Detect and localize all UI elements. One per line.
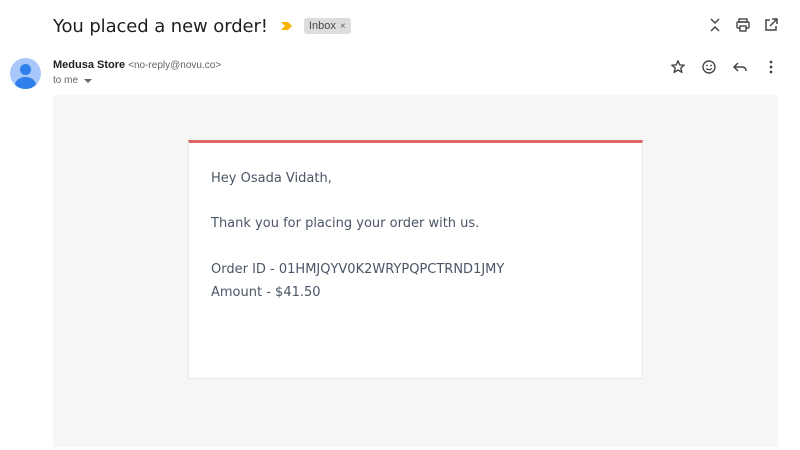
print-icon[interactable] xyxy=(734,16,752,34)
thanks-text: Thank you for placing your order with us… xyxy=(211,216,480,231)
remove-label-icon[interactable]: × xyxy=(340,21,346,32)
importance-marker-icon[interactable] xyxy=(280,20,294,32)
recipient-line[interactable]: to me xyxy=(53,75,93,86)
open-new-window-icon[interactable] xyxy=(762,16,780,34)
recipient-text: to me xyxy=(53,75,79,86)
subject-row: You placed a new order! Inbox × xyxy=(53,14,351,38)
email-body: Hey Osada Vidath, Thank you for placing … xyxy=(53,95,778,447)
message-actions xyxy=(669,58,780,76)
inbox-label-chip[interactable]: Inbox × xyxy=(303,18,351,34)
sender-line: Medusa Store <no-reply@novu.co> xyxy=(53,59,221,71)
sender-avatar[interactable] xyxy=(10,58,41,89)
sender-name[interactable]: Medusa Store xyxy=(53,59,125,71)
order-id-text: Order ID - 01HMJQYV0K2WRYPQPCTRND1JMY xyxy=(211,262,505,277)
avatar-head-shape xyxy=(20,64,31,75)
collapse-icon[interactable] xyxy=(706,16,724,34)
email-subject: You placed a new order! xyxy=(53,15,268,37)
amount-text: Amount - $41.50 xyxy=(211,285,321,300)
order-card: Hey Osada Vidath, Thank you for placing … xyxy=(188,140,643,379)
avatar-body-shape xyxy=(15,77,36,89)
star-icon[interactable] xyxy=(669,58,687,76)
greeting-text: Hey Osada Vidath, xyxy=(211,171,332,186)
thread-actions xyxy=(706,16,780,34)
reply-icon[interactable] xyxy=(731,58,749,76)
inbox-label-text: Inbox xyxy=(308,20,336,32)
sender-email: <no-reply@novu.co> xyxy=(128,60,222,71)
chevron-down-icon[interactable] xyxy=(84,78,93,83)
more-vert-icon[interactable] xyxy=(762,58,780,76)
emoji-icon[interactable] xyxy=(700,58,718,76)
